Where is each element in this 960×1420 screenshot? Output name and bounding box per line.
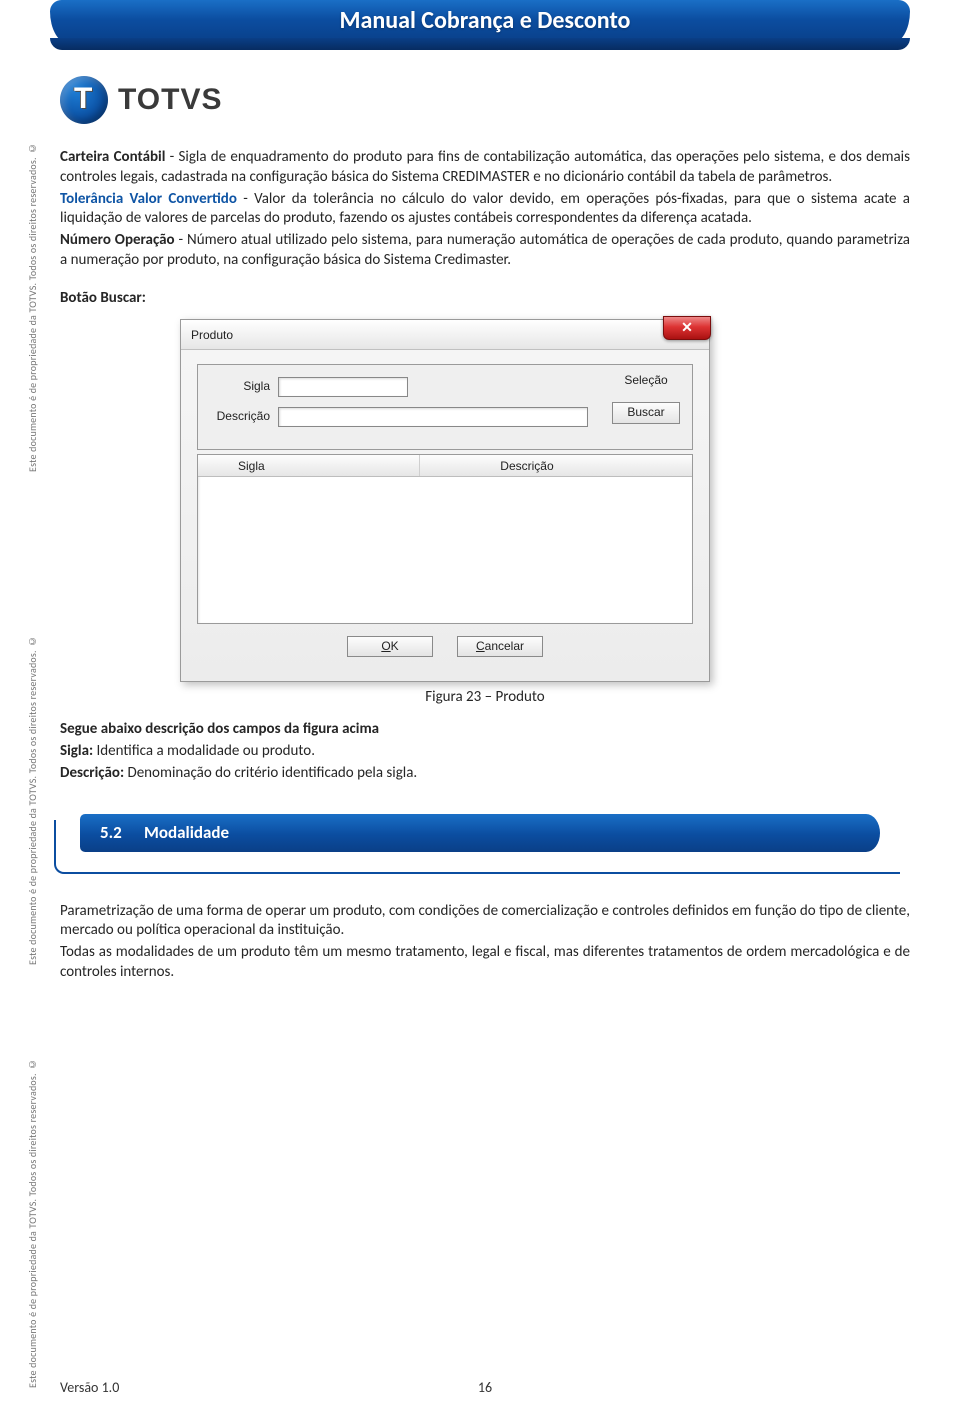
page-footer: Versão 1.0 16 xyxy=(60,1379,910,1396)
totvs-logo-icon xyxy=(60,76,108,124)
figure-caption: Figura 23 – Produto xyxy=(60,688,910,708)
selecao-label: Seleção xyxy=(612,373,680,389)
rest-carteira: - Sigla de enquadramento do produto para… xyxy=(60,148,910,186)
lead-numero: Número Operação xyxy=(60,231,175,249)
side-copyright-3: Este documento é de propriedade da TOTVS… xyxy=(26,1008,44,1388)
section-para-1: Parametrização de uma forma de operar um… xyxy=(60,902,910,942)
dialog-actions: OK Cancelar xyxy=(197,624,693,672)
buscar-button[interactable]: Buscar xyxy=(612,402,680,424)
cancel-mn: C xyxy=(476,639,485,653)
dialog-title-text: Produto xyxy=(191,328,233,342)
fields-heading-text: Segue abaixo descrição dos campos da fig… xyxy=(60,720,379,738)
input-sigla[interactable] xyxy=(278,377,408,397)
lead-carteira: Carteira Contábil xyxy=(60,148,165,166)
search-group: Sigla Descrição Seleção Buscar xyxy=(197,364,693,450)
page-title: Manual Cobrança e Desconto xyxy=(60,6,910,35)
lead-tolerancia: Tolerância Valor Convertido xyxy=(60,190,237,208)
dialog-titlebar: Produto ✕ xyxy=(181,320,709,350)
botao-buscar-heading: Botão Buscar: xyxy=(60,289,910,309)
label-descricao: Descrição xyxy=(212,409,278,425)
cancel-button[interactable]: Cancelar xyxy=(457,636,543,658)
para-carteira-contabil: Carteira Contábil - Sigla de enquadramen… xyxy=(60,148,910,188)
section-para-2: Todas as modalidades de um produto têm u… xyxy=(60,943,910,983)
logo-row: TOTVS xyxy=(60,76,910,124)
ok-pre: O xyxy=(381,639,390,653)
para-tolerancia: Tolerância Valor Convertido - Valor da t… xyxy=(60,190,910,230)
para-numero-operacao: Número Operação - Número atual utilizado… xyxy=(60,231,910,271)
totvs-logo-text: TOTVS xyxy=(118,83,222,117)
document-body: Carteira Contábil - Sigla de enquadramen… xyxy=(60,148,910,983)
produto-dialog: Produto ✕ Sigla Descrição xyxy=(180,319,710,683)
label-sigla: Sigla xyxy=(212,379,278,395)
fields-heading: Segue abaixo descrição dos campos da fig… xyxy=(60,720,910,740)
close-icon: ✕ xyxy=(681,319,693,335)
field-descricao-text: Denominação do critério identificado pel… xyxy=(124,764,417,782)
close-button[interactable]: ✕ xyxy=(663,316,711,340)
field-sigla-text: Identifica a modalidade ou produto. xyxy=(93,742,315,760)
field-sigla-label: Sigla: xyxy=(60,742,93,760)
ok-button[interactable]: OK xyxy=(347,636,433,658)
section-number: 5.2 xyxy=(100,814,144,852)
side-copyright-2: Este documento é de propriedade da TOTVS… xyxy=(26,545,44,965)
field-descricao-desc: Descrição: Denominação do critério ident… xyxy=(60,764,910,784)
rest-numero: - Número atual utilizado pelo sistema, p… xyxy=(60,231,910,269)
results-list[interactable]: Sigla Descrição xyxy=(197,454,693,624)
section-bar: 5.2Modalidade xyxy=(80,814,880,852)
row-sigla: Sigla xyxy=(212,377,678,397)
side-copyright-1: Este documento é de propriedade da TOTVS… xyxy=(26,52,44,472)
section-title: Modalidade xyxy=(144,822,229,843)
header-banner: Manual Cobrança e Desconto xyxy=(60,0,910,58)
col-descricao: Descrição xyxy=(420,455,692,476)
field-sigla-desc: Sigla: Identifica a modalidade ou produt… xyxy=(60,742,910,762)
dialog-side-actions: Seleção Buscar xyxy=(612,373,680,425)
results-header: Sigla Descrição xyxy=(198,455,692,477)
dialog-body: Sigla Descrição Seleção Buscar xyxy=(181,350,709,682)
section-heading-box: 5.2Modalidade xyxy=(60,814,910,874)
col-sigla: Sigla xyxy=(198,455,420,476)
cancel-rest: ancelar xyxy=(485,639,524,653)
dialog-figure: Produto ✕ Sigla Descrição xyxy=(180,319,910,683)
footer-page-number: 16 xyxy=(60,1379,910,1396)
field-descricao-label: Descrição: xyxy=(60,764,124,782)
ok-mn: K xyxy=(391,639,399,653)
page-content: Manual Cobrança e Desconto TOTVS Carteir… xyxy=(60,0,910,983)
input-descricao[interactable] xyxy=(278,407,588,427)
row-descricao: Descrição xyxy=(212,407,678,427)
